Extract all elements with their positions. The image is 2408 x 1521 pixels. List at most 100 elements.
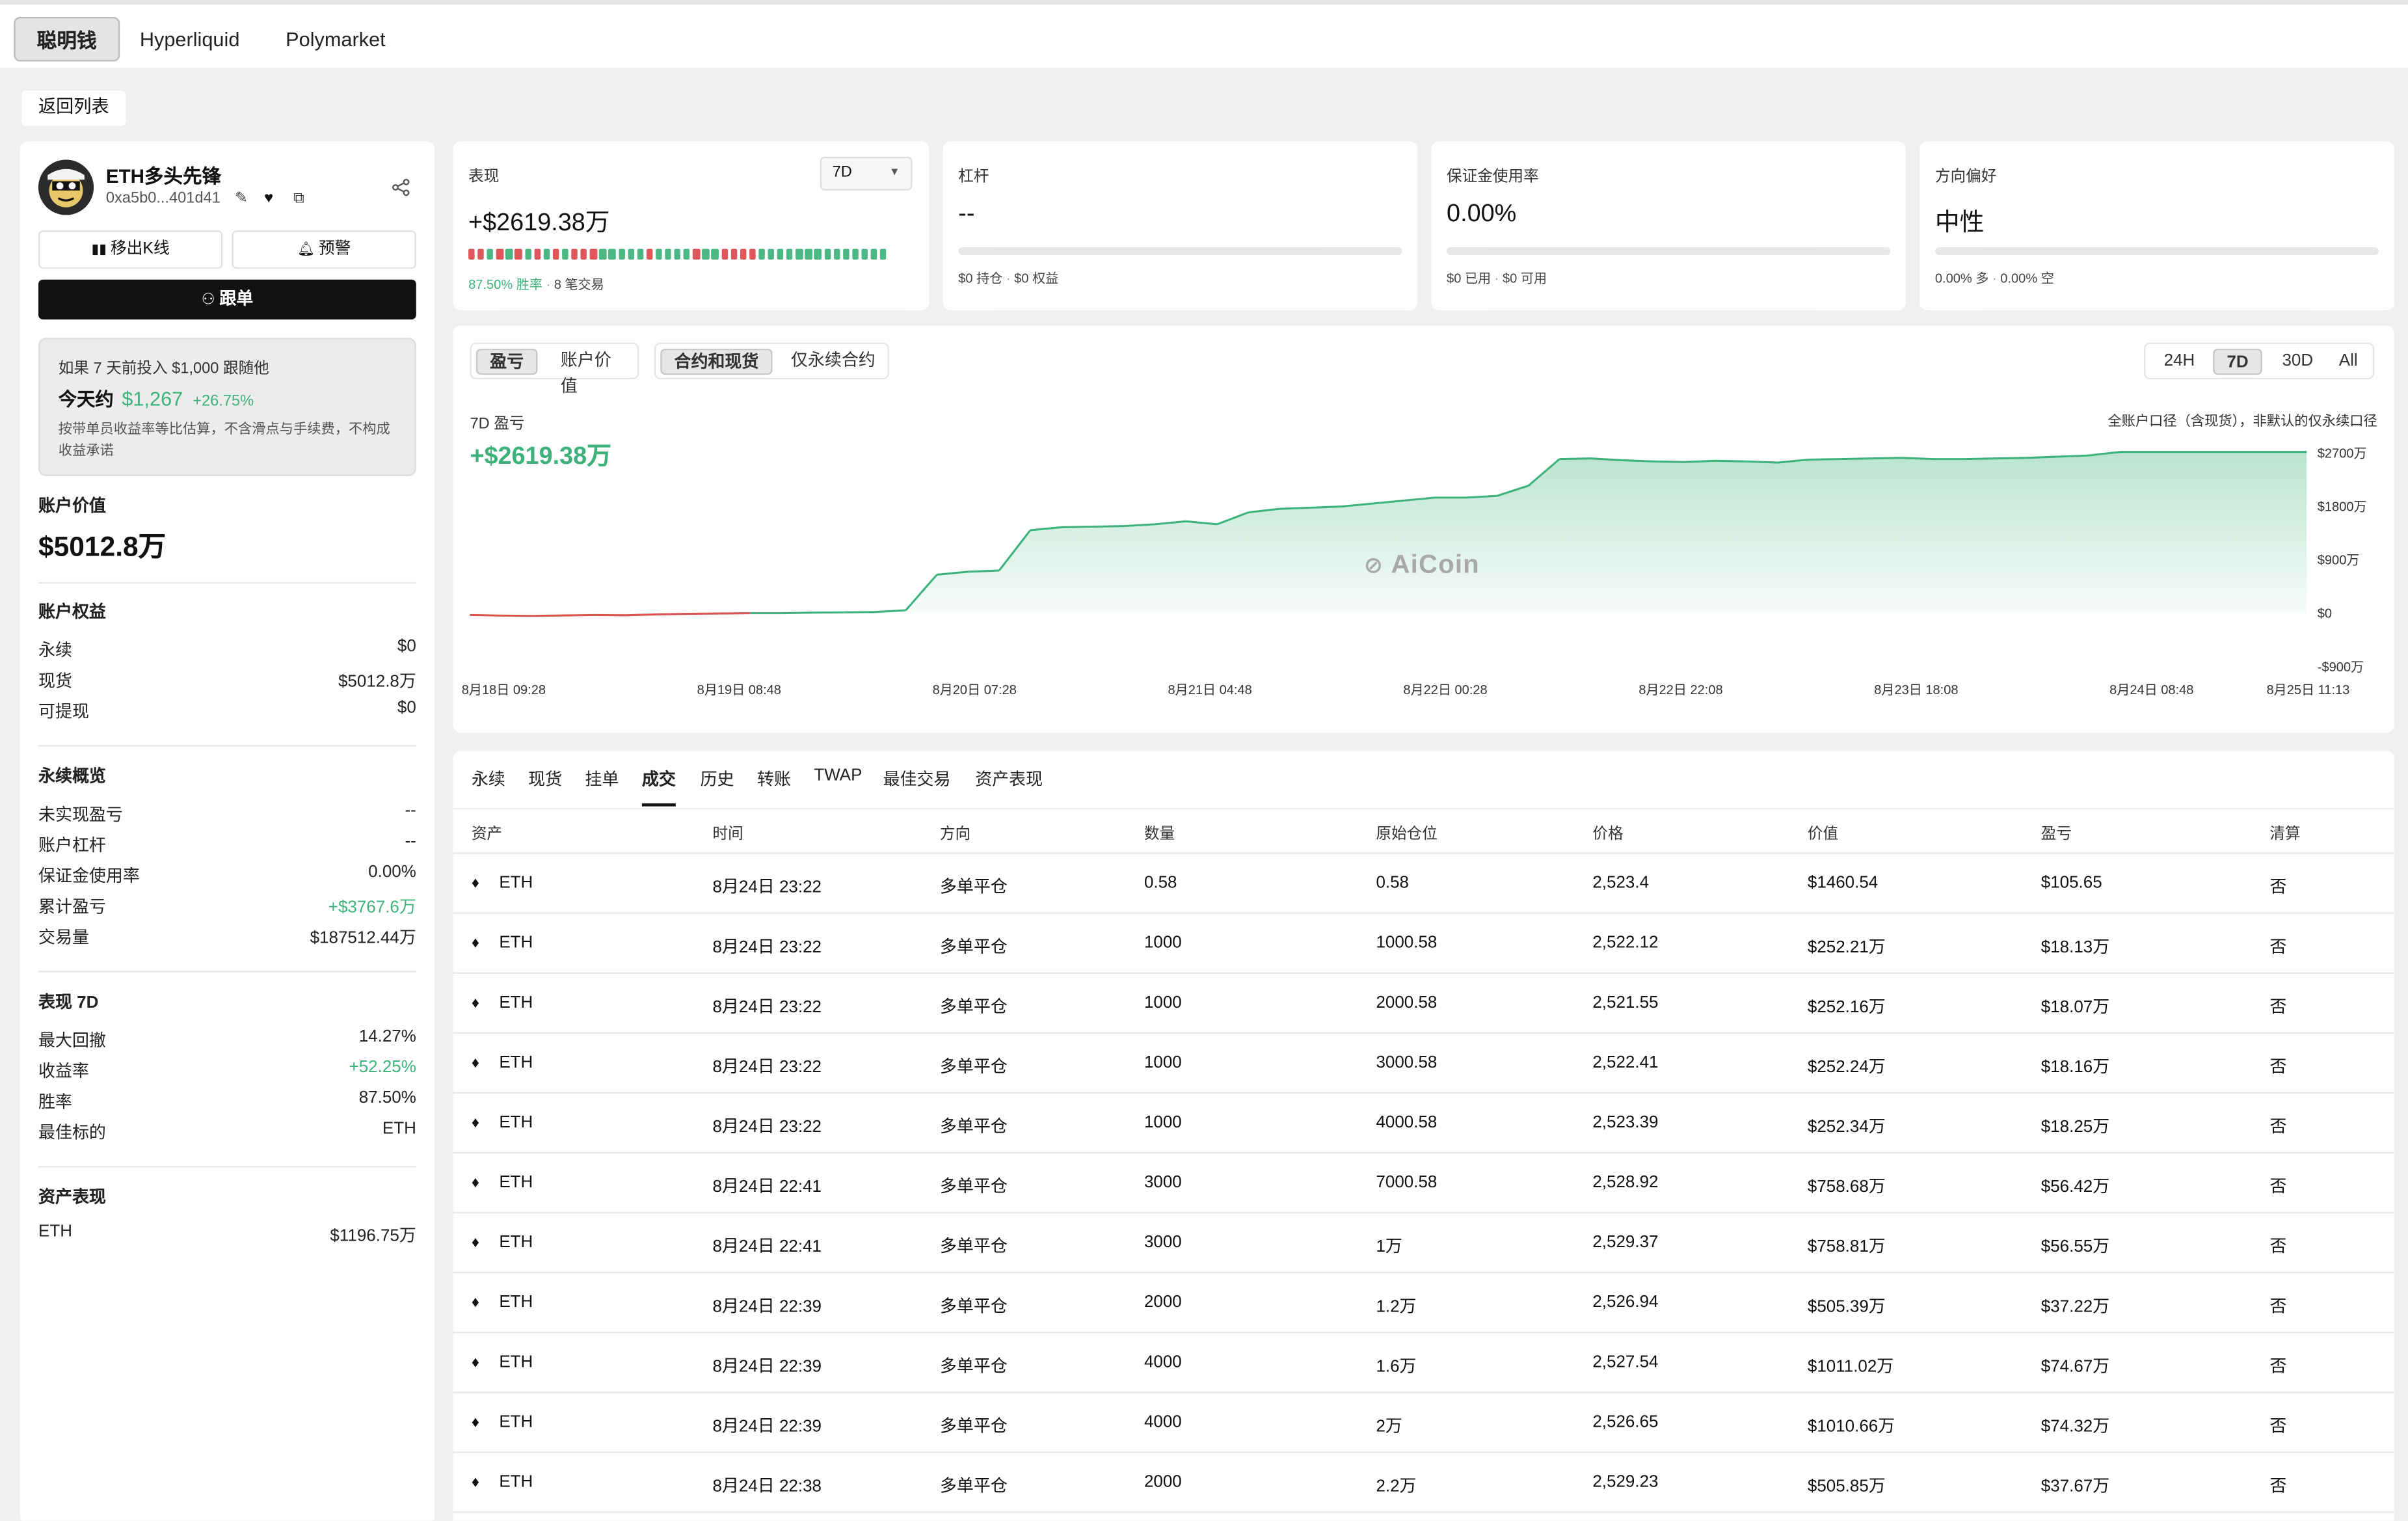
win-segment: [655, 249, 662, 260]
pnl-line-segment: [1092, 525, 1124, 528]
equity-key: 永续: [38, 641, 72, 661]
price-cell: 2,526.94: [1592, 1293, 1659, 1312]
perp-key: 账户杠杆: [38, 837, 106, 856]
pnl-cell: $56.42万: [2040, 1178, 2110, 1197]
time-cell: 8月24日 22:39: [712, 1418, 822, 1436]
leverage-label: 杠杆: [958, 168, 989, 186]
eth-icon: ♦: [471, 995, 479, 1012]
table-tab[interactable]: 永续: [472, 766, 505, 791]
loss-segment: [533, 249, 541, 260]
perp-key: 累计盈亏: [38, 898, 106, 917]
period-select[interactable]: 7D ▼: [820, 156, 913, 191]
remove-kline-label: 移出K线: [110, 239, 170, 258]
table-row[interactable]: ♦ ETH 8月24日 23:22 多单平仓 1000 1000.58 2,522.12 $2…: [453, 914, 2394, 974]
original-position-cell: 2.2万: [1376, 1477, 1417, 1496]
perf-value: 87.50%: [358, 1088, 416, 1108]
asset-cell: ETH: [499, 934, 533, 952]
direction-cell: 多单平仓: [939, 998, 1008, 1017]
remove-kline-button[interactable]: ▮▮ 移出K线: [38, 230, 223, 269]
table-tab[interactable]: 挂单: [585, 766, 619, 791]
direction-sub: 0.00% 多 · 0.00% 空: [1934, 270, 2054, 286]
time-cell: 8月24日 22:41: [712, 1178, 822, 1197]
win-segment: [665, 249, 672, 260]
alert-button[interactable]: 🔔︎ 预警: [232, 230, 416, 269]
pnl-line-segment: [1310, 505, 1342, 509]
direction-cell: 多单平仓: [939, 1298, 1008, 1317]
table-row[interactable]: ♦ ETH 8月24日 23:22 多单平仓 0.58 0.58 2,523.4 $1460.…: [453, 854, 2394, 914]
direction-cell: 多单平仓: [939, 1118, 1008, 1137]
avatar: [38, 159, 94, 215]
quantity-cell: 0.58: [1144, 874, 1177, 893]
perp-key: 未实现盈亏: [38, 806, 123, 825]
direction-value: 中性: [1934, 210, 1985, 237]
table-tab[interactable]: TWAP: [814, 766, 862, 785]
tab-polymarket[interactable]: Polymarket: [264, 17, 407, 61]
pnl-cell: $18.25万: [2040, 1118, 2110, 1137]
edit-icon[interactable]: ✎: [235, 191, 248, 208]
loss-segment: [740, 249, 747, 260]
pnl-line-segment: [1871, 457, 1903, 460]
tab-smart-money[interactable]: 聪明钱: [14, 16, 120, 62]
trader-profile-panel: ETH多头先锋 0xa5b0...401d41 ✎ ♥ ⧉ ▮▮ 移出K线 🔔︎…: [20, 141, 435, 1521]
loss-segment: [552, 249, 559, 260]
table-row[interactable]: ♦ ETH 8月24日 23:22 多单平仓 1000 2000.58 2,521.55 $2…: [453, 974, 2394, 1034]
table-tab[interactable]: 转账: [757, 766, 791, 791]
original-position-cell: 2000.58: [1376, 993, 1438, 1012]
x-tick-label: 8月22日 00:28: [1403, 683, 1487, 697]
win-segment: [796, 249, 803, 260]
asset-row: ETH $1196.75万: [38, 1222, 416, 1247]
follow-trade-button[interactable]: ⚇ 跟单: [38, 279, 416, 320]
perp-row: 未实现盈亏 --: [38, 801, 416, 826]
time-cell: 8月24日 23:22: [712, 938, 822, 957]
value-cell: $252.34万: [1807, 1118, 1886, 1137]
table-row[interactable]: ♦ ETH 8月24日 22:39 多单平仓 4000 1.6万 2,527.54 $1011…: [453, 1333, 2394, 1393]
table-tab-active[interactable]: 成交: [642, 766, 676, 791]
win-segment: [758, 249, 766, 260]
x-tick-label: 8月25日 11:13: [2267, 683, 2350, 697]
pnl-cell: $18.07万: [2040, 998, 2110, 1017]
price-cell: 2,529.37: [1592, 1233, 1659, 1252]
back-to-list-button[interactable]: 返回列表: [21, 90, 126, 126]
eth-icon: ♦: [471, 1295, 479, 1312]
win-segment: [543, 249, 550, 260]
loss-segment: [730, 249, 738, 260]
copy-icon[interactable]: ⧉: [293, 191, 304, 208]
share-icon[interactable]: [392, 178, 410, 201]
eth-icon: ♦: [471, 875, 479, 893]
table-row[interactable]: ♦ ETH 8月24日 22:38 多单平仓 2000 2.2万 2,529.23 $505.…: [453, 1453, 2394, 1513]
loss-segment: [693, 249, 700, 260]
asset-cell: ETH: [499, 1353, 533, 1372]
table-row[interactable]: ♦ ETH 8月24日 23:22 多单平仓 1000 4000.58 2,523.39 $2…: [453, 1094, 2394, 1154]
table-row[interactable]: ♦ ETH 8月24日 23:22 多单平仓 1000 3000.58 2,522.41 $2…: [453, 1034, 2394, 1094]
table-tab[interactable]: 资产表现: [975, 766, 1043, 791]
original-position-cell: 1万: [1376, 1237, 1402, 1257]
table-row[interactable]: ♦ ETH 8月24日 22:41 多单平仓 3000 1万 2,529.37 $758.81…: [453, 1213, 2394, 1274]
table-tab[interactable]: 最佳交易: [883, 766, 951, 791]
win-segment: [487, 249, 494, 260]
win-segment: [870, 249, 877, 260]
table-row[interactable]: ♦ ETH 8月24日 22:41 多单平仓 3000 7000.58 2,528.92 $7…: [453, 1153, 2394, 1214]
pnl-line-segment: [1061, 526, 1093, 528]
loss-segment: [721, 249, 728, 260]
asset-value: $1196.75万: [330, 1227, 416, 1246]
kline-icon: ▮▮: [91, 241, 111, 257]
table-tab[interactable]: 历史: [701, 766, 734, 791]
value-cell: $1460.54: [1807, 874, 1879, 893]
win-segment: [851, 249, 859, 260]
x-tick-label: 8月20日 07:28: [933, 683, 1017, 697]
trade-count: 8 笔交易: [554, 276, 604, 292]
tab-hyperliquid[interactable]: Hyperliquid: [118, 17, 261, 61]
account-value: $5012.8万: [38, 531, 167, 563]
liquidation-cell: 否: [2269, 1298, 2287, 1317]
leverage-sub: $0 持仓 · $0 权益: [958, 270, 1059, 286]
perf-value: ETH: [382, 1120, 416, 1138]
asset-performance-title: 资产表现: [38, 1189, 106, 1207]
table-row[interactable]: ♦ ETH 8月24日 22:39 多单平仓 2000 1.2万 2,526.94 $505.…: [453, 1273, 2394, 1334]
table-tab[interactable]: 现货: [528, 766, 562, 791]
heart-icon[interactable]: ♥: [264, 191, 273, 208]
margin-label: 保证金使用率: [1447, 168, 1539, 186]
column-header: 价格: [1592, 826, 1624, 844]
table-row[interactable]: ♦ ETH 8月24日 22:39 多单平仓 4000 2万 2,526.65 $1010.6…: [453, 1393, 2394, 1453]
liquidation-cell: 否: [2269, 1118, 2287, 1137]
follow-label: 跟单: [219, 290, 254, 309]
